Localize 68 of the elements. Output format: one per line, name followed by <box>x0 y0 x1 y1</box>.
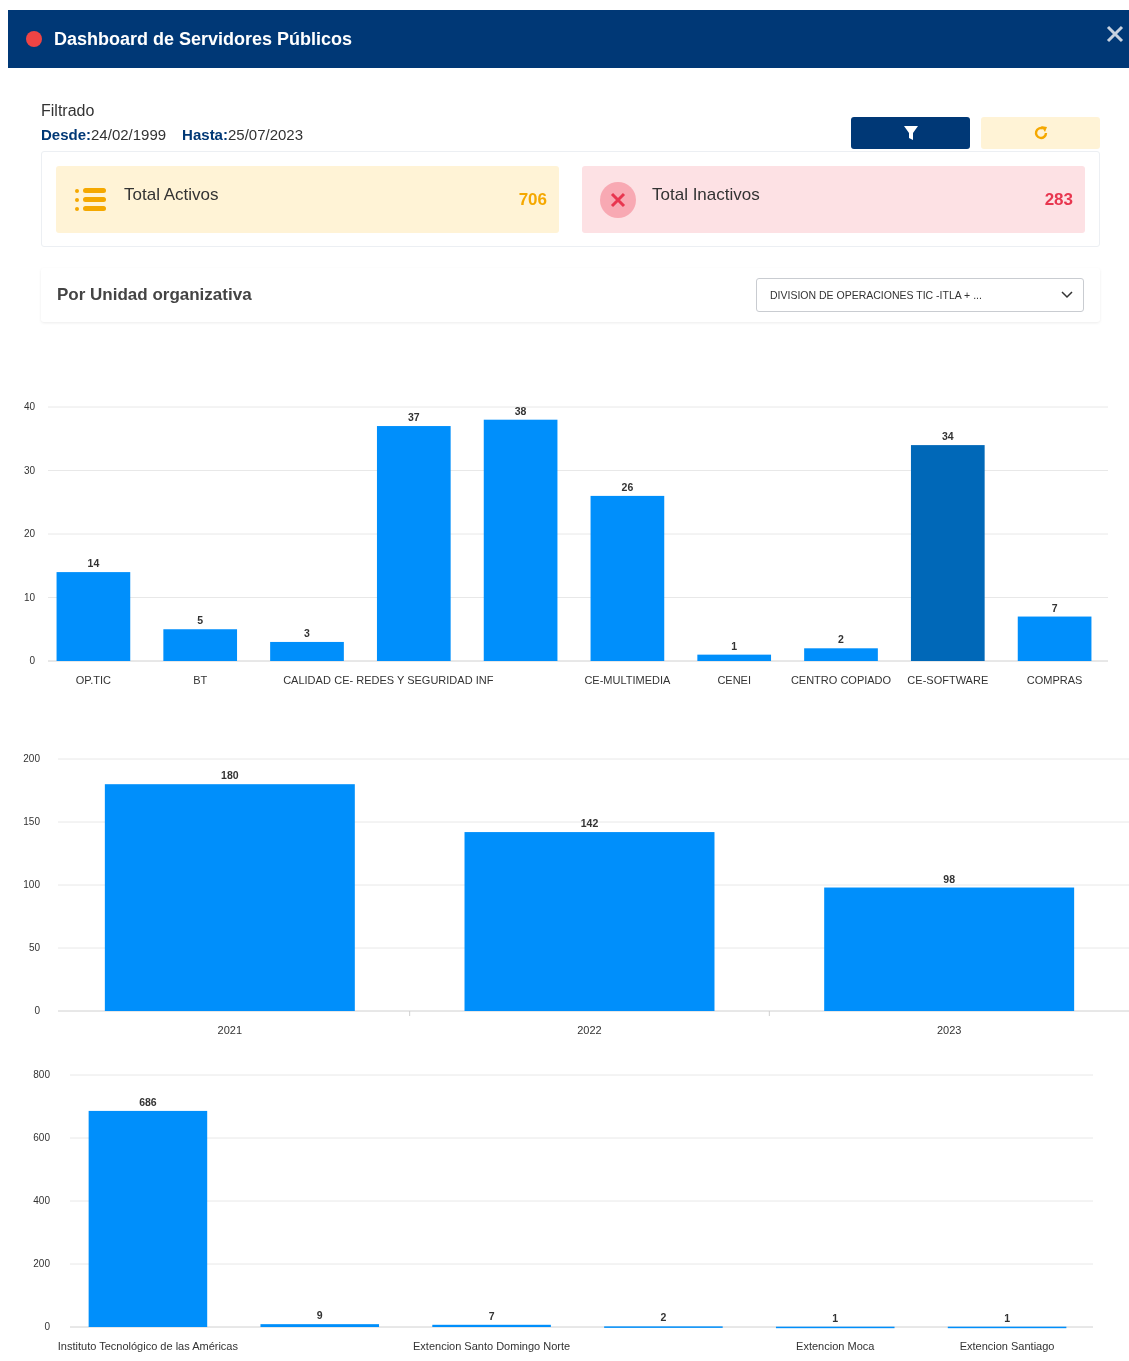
axis-tick-label: 150 <box>23 816 40 827</box>
axis-tick-label: 100 <box>23 879 40 890</box>
unit-select[interactable]: DIVISION DE OPERACIONES TIC -ITLA + ... <box>756 278 1084 312</box>
stat-value: 706 <box>518 189 547 210</box>
data-label: 14 <box>87 557 100 570</box>
list-icon <box>74 186 108 213</box>
category-label: Extencion Santo Domingo Norte <box>413 1340 571 1352</box>
axis-tick-label: 10 <box>23 591 35 603</box>
filter-title: Filtrado <box>41 102 96 120</box>
axis-tick-label: 0 <box>34 1005 40 1016</box>
data-label: 3 <box>304 626 310 639</box>
category-label: 2022 <box>577 1024 602 1036</box>
category-label: Instituto Tecnológico de las Américas <box>57 1340 238 1352</box>
data-label: 37 <box>407 411 420 424</box>
category-label: Extencion Moca <box>796 1340 875 1352</box>
axis-tick-label: 30 <box>23 464 35 476</box>
category-label: 2023 <box>936 1024 962 1036</box>
data-label: 686 <box>139 1095 157 1108</box>
data-label: 142 <box>580 817 599 830</box>
data-label: 9 <box>316 1309 323 1322</box>
category-label: CENEI <box>717 674 751 686</box>
data-label: 2 <box>838 633 844 646</box>
date-from: Desde:24/02/1999 <box>41 126 167 143</box>
axis-tick-label: 20 <box>23 528 35 539</box>
stat-label: Total Inactivos <box>652 184 761 205</box>
data-label: 1 <box>832 1311 839 1324</box>
data-label: 26 <box>621 480 634 493</box>
category-label: Extencion Santiago <box>959 1340 1055 1352</box>
date-to: Hasta:25/07/2023 <box>182 126 304 143</box>
category-label: CE-SOFTWARE <box>907 674 989 686</box>
axis-tick-label: 200 <box>33 1258 50 1269</box>
category-label: CE- REDES Y SEGURIDAD INF <box>334 674 494 686</box>
axis-tick-label: 200 <box>23 753 40 764</box>
status-dot-icon <box>26 31 42 47</box>
category-label: COMPRAS <box>1026 674 1083 686</box>
section-title: Por Unidad organizativa <box>57 285 253 305</box>
data-label: 38 <box>514 404 527 417</box>
filter-icon <box>903 126 918 140</box>
data-label: 1 <box>731 639 738 652</box>
axis-tick-label: 600 <box>33 1132 50 1143</box>
filter-button[interactable] <box>851 117 970 149</box>
close-icon[interactable] <box>1105 24 1125 44</box>
axis-tick-label: 50 <box>28 942 40 953</box>
axis-tick-label: 0 <box>29 655 35 666</box>
category-label: CALIDAD <box>283 674 331 686</box>
axis-tick-label: 800 <box>33 1069 50 1080</box>
data-label: 5 <box>197 614 204 627</box>
data-label: 180 <box>221 769 239 782</box>
category-label: OP.TIC <box>75 674 112 686</box>
axis-tick-label: 400 <box>33 1195 50 1206</box>
category-label: CE-MULTIMEDIA <box>584 674 671 686</box>
category-label: BT <box>193 674 208 686</box>
refresh-icon <box>1032 125 1049 141</box>
window-title: Dashboard de Servidores Públicos <box>54 28 354 50</box>
data-label: 34 <box>941 430 954 443</box>
chevron-down-icon <box>1061 291 1073 299</box>
close-circle-icon <box>600 181 636 218</box>
data-label: 1 <box>1004 1311 1010 1324</box>
category-label: 2021 <box>217 1024 243 1036</box>
axis-tick-label: 0 <box>44 1321 50 1332</box>
data-label: 7 <box>488 1309 495 1322</box>
stat-value: 283 <box>1044 189 1073 210</box>
data-label: 2 <box>660 1311 667 1324</box>
axis-tick-label: 40 <box>23 401 35 412</box>
data-label: 98 <box>943 872 955 885</box>
category-label: CENTRO COPIADO <box>790 674 892 686</box>
data-label: 7 <box>1051 601 1058 614</box>
stat-label: Total Activos <box>124 184 220 205</box>
